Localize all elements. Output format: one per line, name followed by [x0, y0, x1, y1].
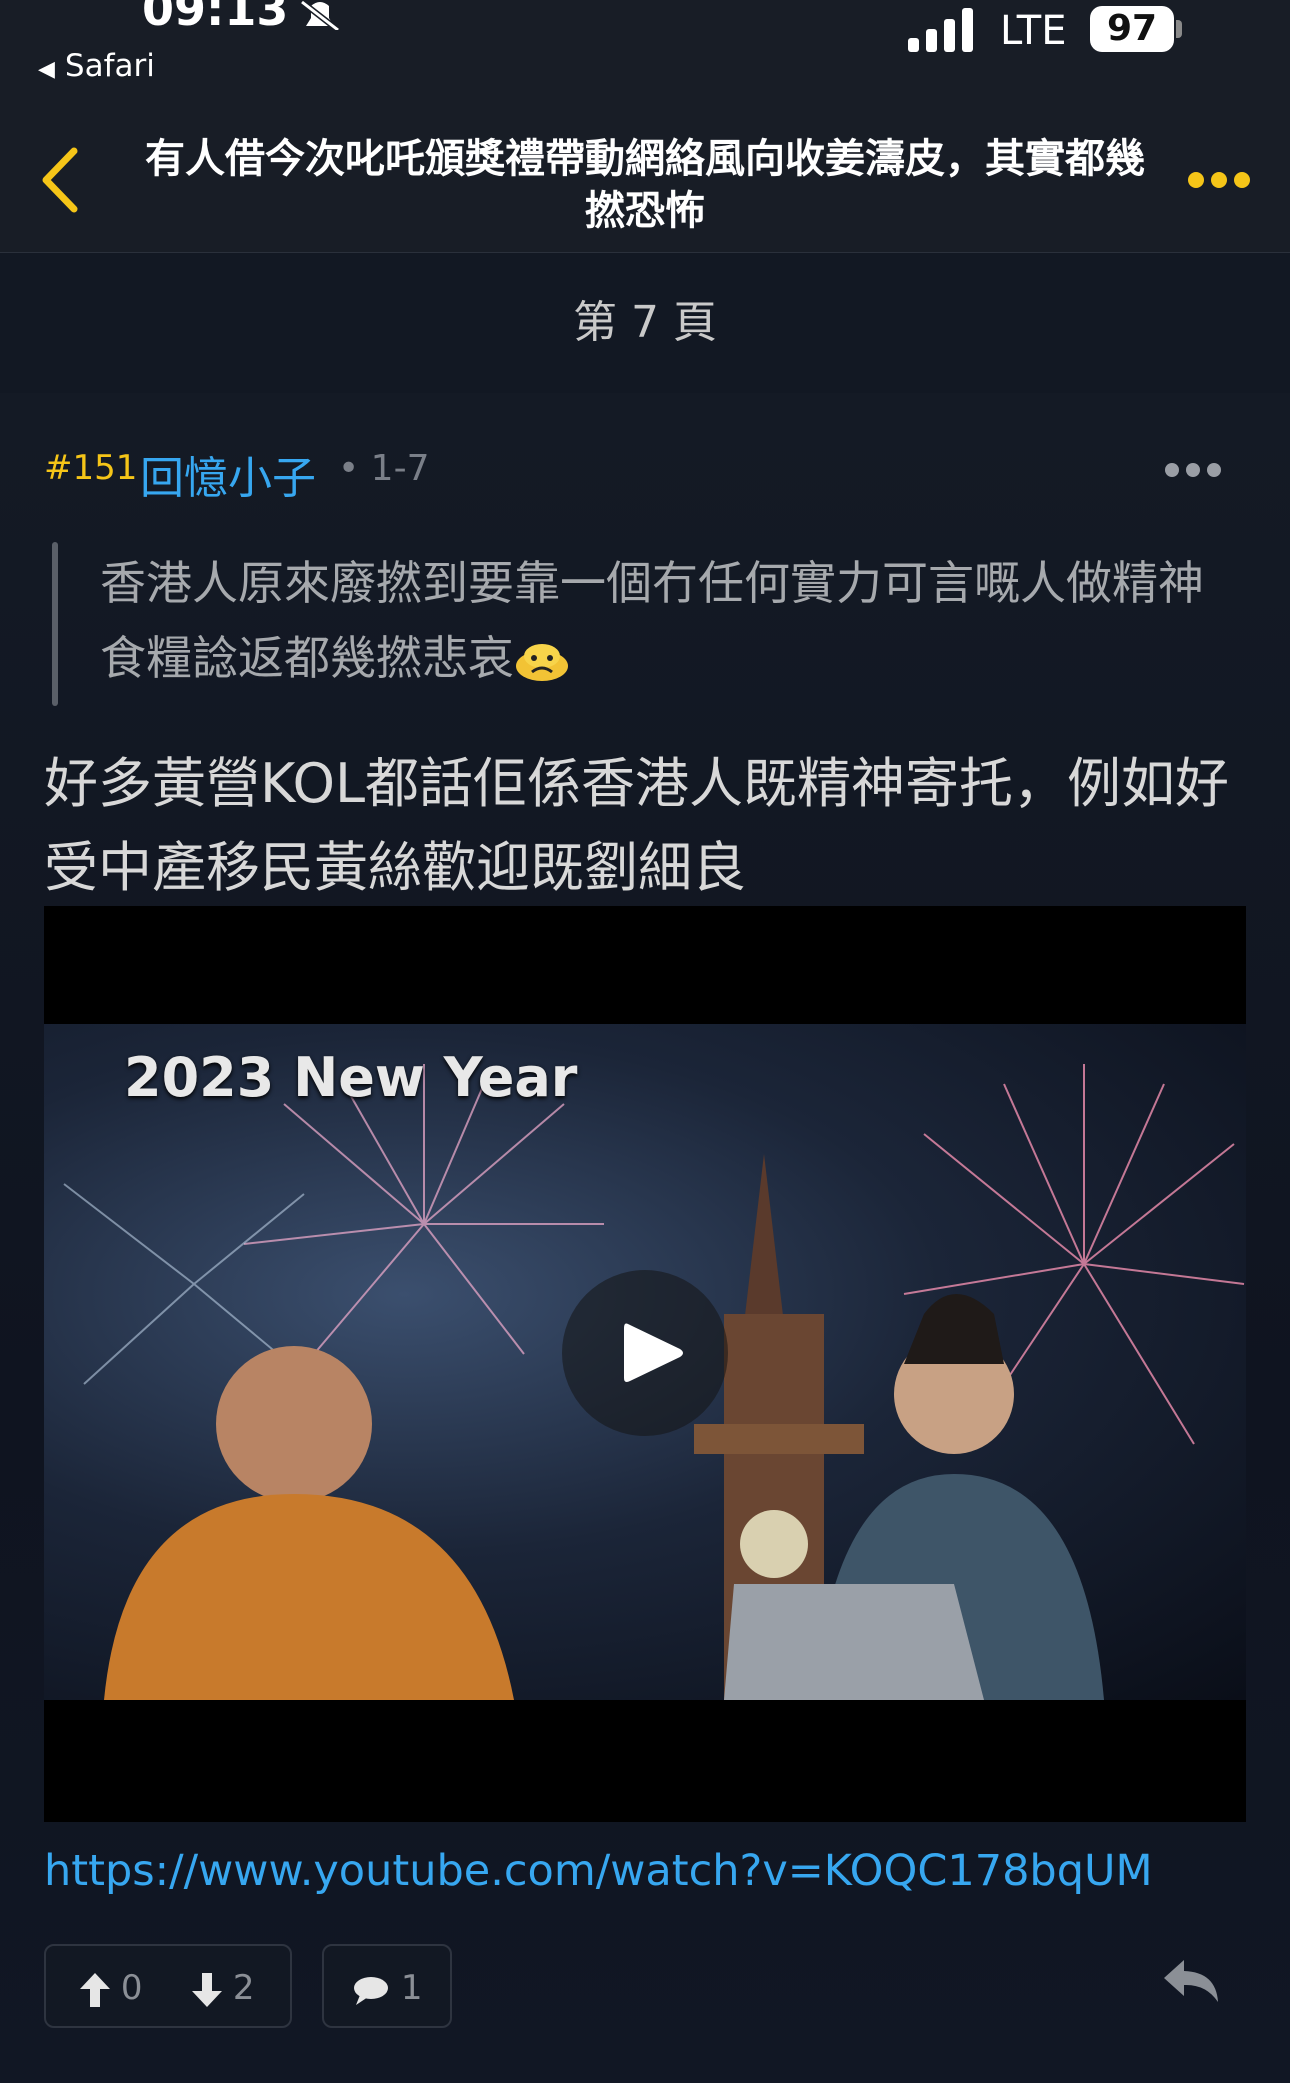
quote-content: 香港人原來廢撚到要靠一個冇任何實力可言嘅人做精神食糧諗返都幾撚悲哀	[100, 556, 1204, 685]
back-app-label: Safari	[64, 48, 155, 84]
play-icon	[624, 1323, 683, 1382]
post-body: 好多黃營KOL都話佢係香港人既精神寄托，例如好受中產移民黃絲歡迎既劉細良	[44, 752, 1230, 899]
thread-header: 有人借今次叱吒頒獎禮帶動網絡風向收姜濤皮，其實都幾撚恐怖	[0, 105, 1290, 253]
more-options-icon[interactable]	[1186, 168, 1252, 192]
status-bar: 09:13 ◀ Safari LTE 97	[0, 0, 1290, 105]
comment-action: 1	[352, 1968, 422, 2008]
play-button[interactable]	[562, 1270, 728, 1436]
battery-indicator: 97	[1090, 6, 1174, 52]
post-date: • 1-7	[338, 448, 430, 489]
vote-controls: 0 2	[44, 1944, 292, 2028]
post-more-icon[interactable]	[1164, 460, 1222, 480]
quote-bar	[52, 542, 58, 706]
page-indicator: 第 7 頁	[0, 253, 1290, 393]
network-type: LTE	[1000, 8, 1067, 54]
video-caption: 2023 New Year	[124, 1046, 578, 1109]
post-username[interactable]: 回憶小子	[140, 442, 316, 506]
upvote-button[interactable]: 0	[80, 1968, 142, 2008]
reply-icon[interactable]	[1162, 1958, 1220, 2004]
youtube-link[interactable]: https://www.youtube.com/watch?v=KOQC178b…	[44, 1846, 1153, 1896]
battery-tip	[1176, 20, 1182, 38]
downvote-button[interactable]: 2	[192, 1968, 254, 2008]
post-number: #151	[44, 448, 138, 488]
quoted-text: 香港人原來廢撚到要靠一個冇任何實力可言嘅人做精神食糧諗返都幾撚悲哀	[100, 546, 1240, 696]
cellular-signal-icon	[908, 8, 973, 52]
upvote-count: 0	[120, 1968, 143, 2008]
bell-muted-icon	[300, 0, 340, 30]
comment-button[interactable]: 1	[322, 1944, 452, 2028]
status-time: 09:13	[142, 0, 289, 36]
downvote-arrow-icon	[192, 1972, 222, 2007]
upvote-arrow-icon	[80, 1972, 110, 2007]
comment-count: 1	[400, 1968, 423, 2008]
back-chevron-icon[interactable]	[38, 145, 86, 215]
back-to-safari-link[interactable]: ◀ Safari	[38, 48, 155, 84]
speech-bubble-icon	[354, 1976, 388, 2005]
downvote-count: 2	[232, 1968, 255, 2008]
thread-title: 有人借今次叱吒頒獎禮帶動網絡風向收姜濤皮，其實都幾撚恐怖	[145, 136, 1145, 234]
sad-face-emoji-icon	[516, 643, 568, 681]
video-embed[interactable]: 2023 New Year	[44, 906, 1246, 1822]
